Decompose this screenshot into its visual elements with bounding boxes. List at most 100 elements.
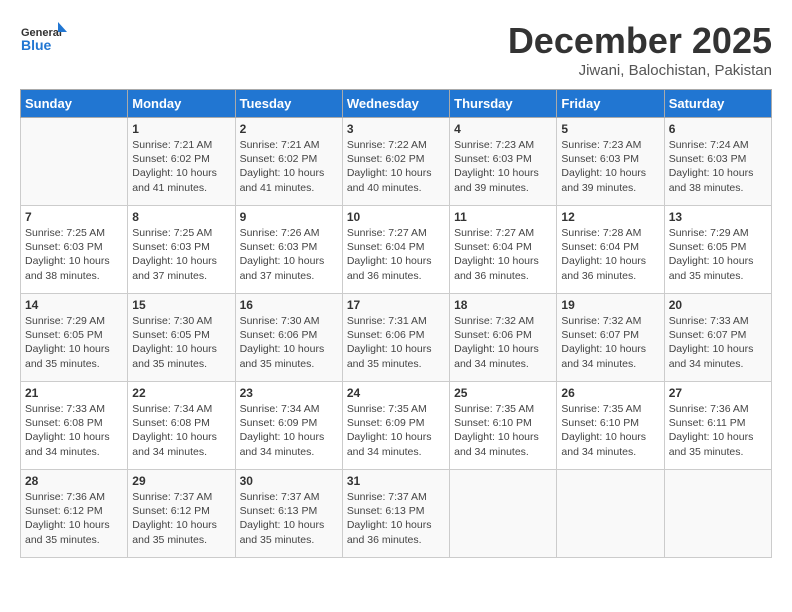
day-cell: 21Sunrise: 7:33 AM Sunset: 6:08 PM Dayli… bbox=[21, 382, 128, 470]
day-number: 9 bbox=[240, 210, 338, 224]
day-info: Sunrise: 7:28 AM Sunset: 6:04 PM Dayligh… bbox=[561, 226, 659, 283]
day-info: Sunrise: 7:27 AM Sunset: 6:04 PM Dayligh… bbox=[454, 226, 552, 283]
day-number: 5 bbox=[561, 122, 659, 136]
month-title: December 2025 bbox=[508, 20, 772, 62]
day-number: 21 bbox=[25, 386, 123, 400]
week-row-3: 14 Sunrise: 7:29 AM Sunset: 6:05 PM Dayli… bbox=[21, 294, 772, 382]
day-info: Sunrise: 7:33 AM Sunset: 6:07 PM Dayligh… bbox=[669, 314, 767, 371]
day-number: 1 bbox=[132, 122, 230, 136]
day-cell: 6Sunrise: 7:24 AM Sunset: 6:03 PM Daylig… bbox=[664, 118, 771, 206]
day-info: Sunrise: 7:31 AM Sunset: 6:06 PM Dayligh… bbox=[347, 314, 445, 371]
day-info: Sunrise: 7:21 AM Sunset: 6:02 PM Dayligh… bbox=[240, 138, 338, 195]
day-cell: 4Sunrise: 7:23 AM Sunset: 6:03 PM Daylig… bbox=[450, 118, 557, 206]
column-header-thursday: Thursday bbox=[450, 90, 557, 118]
day-info: Sunrise: 7:23 AM Sunset: 6:03 PM Dayligh… bbox=[561, 138, 659, 195]
day-info: Sunrise: 7:35 AM Sunset: 6:09 PM Dayligh… bbox=[347, 402, 445, 459]
day-info: Sunrise: 7:36 AM Sunset: 6:12 PM Dayligh… bbox=[25, 490, 123, 547]
day-cell: 12 Sunrise: 7:28 AM Sunset: 6:04 PM Dayli… bbox=[557, 206, 664, 294]
day-number: 22 bbox=[132, 386, 230, 400]
day-number: 24 bbox=[347, 386, 445, 400]
day-number: 28 bbox=[25, 474, 123, 488]
day-info: Sunrise: 7:26 AM Sunset: 6:03 PM Dayligh… bbox=[240, 226, 338, 283]
day-cell: 20 Sunrise: 7:33 AM Sunset: 6:07 PM Dayli… bbox=[664, 294, 771, 382]
week-row-2: 7 Sunrise: 7:25 AM Sunset: 6:03 PM Daylig… bbox=[21, 206, 772, 294]
day-cell bbox=[664, 470, 771, 558]
day-cell: 10 Sunrise: 7:27 AM Sunset: 6:04 PM Dayli… bbox=[342, 206, 449, 294]
day-cell: 22 Sunrise: 7:34 AM Sunset: 6:08 PM Dayli… bbox=[128, 382, 235, 470]
day-number: 15 bbox=[132, 298, 230, 312]
day-cell: 11 Sunrise: 7:27 AM Sunset: 6:04 PM Dayli… bbox=[450, 206, 557, 294]
day-info: Sunrise: 7:37 AM Sunset: 6:13 PM Dayligh… bbox=[347, 490, 445, 547]
day-cell bbox=[450, 470, 557, 558]
day-cell: 9 Sunrise: 7:26 AM Sunset: 6:03 PM Daylig… bbox=[235, 206, 342, 294]
week-row-5: 28 Sunrise: 7:36 AM Sunset: 6:12 PM Dayli… bbox=[21, 470, 772, 558]
day-cell bbox=[557, 470, 664, 558]
day-info: Sunrise: 7:34 AM Sunset: 6:09 PM Dayligh… bbox=[240, 402, 338, 459]
column-header-sunday: Sunday bbox=[21, 90, 128, 118]
column-header-monday: Monday bbox=[128, 90, 235, 118]
day-number: 17 bbox=[347, 298, 445, 312]
day-cell: 25 Sunrise: 7:35 AM Sunset: 6:10 PM Dayli… bbox=[450, 382, 557, 470]
column-header-saturday: Saturday bbox=[664, 90, 771, 118]
title-block: December 2025 Jiwani, Balochistan, Pakis… bbox=[508, 20, 772, 79]
day-info: Sunrise: 7:25 AM Sunset: 6:03 PM Dayligh… bbox=[132, 226, 230, 283]
day-cell: 23 Sunrise: 7:34 AM Sunset: 6:09 PM Dayli… bbox=[235, 382, 342, 470]
day-cell: 14 Sunrise: 7:29 AM Sunset: 6:05 PM Dayli… bbox=[21, 294, 128, 382]
day-info: Sunrise: 7:30 AM Sunset: 6:06 PM Dayligh… bbox=[240, 314, 338, 371]
day-cell: 18Sunrise: 7:32 AM Sunset: 6:06 PM Dayli… bbox=[450, 294, 557, 382]
day-number: 27 bbox=[669, 386, 767, 400]
day-info: Sunrise: 7:36 AM Sunset: 6:11 PM Dayligh… bbox=[669, 402, 767, 459]
day-cell: 2 Sunrise: 7:21 AM Sunset: 6:02 PM Daylig… bbox=[235, 118, 342, 206]
day-cell: 19Sunrise: 7:32 AM Sunset: 6:07 PM Dayli… bbox=[557, 294, 664, 382]
day-number: 10 bbox=[347, 210, 445, 224]
day-cell bbox=[21, 118, 128, 206]
day-info: Sunrise: 7:22 AM Sunset: 6:02 PM Dayligh… bbox=[347, 138, 445, 195]
day-number: 18 bbox=[454, 298, 552, 312]
day-number: 11 bbox=[454, 210, 552, 224]
day-cell: 1 Sunrise: 7:21 AM Sunset: 6:02 PM Daylig… bbox=[128, 118, 235, 206]
day-number: 25 bbox=[454, 386, 552, 400]
day-cell: 27 Sunrise: 7:36 AM Sunset: 6:11 PM Dayli… bbox=[664, 382, 771, 470]
day-info: Sunrise: 7:27 AM Sunset: 6:04 PM Dayligh… bbox=[347, 226, 445, 283]
day-number: 26 bbox=[561, 386, 659, 400]
day-info: Sunrise: 7:21 AM Sunset: 6:02 PM Dayligh… bbox=[132, 138, 230, 195]
day-number: 19 bbox=[561, 298, 659, 312]
week-row-1: 1 Sunrise: 7:21 AM Sunset: 6:02 PM Daylig… bbox=[21, 118, 772, 206]
day-cell: 3Sunrise: 7:22 AM Sunset: 6:02 PM Daylig… bbox=[342, 118, 449, 206]
day-info: Sunrise: 7:37 AM Sunset: 6:12 PM Dayligh… bbox=[132, 490, 230, 547]
day-number: 7 bbox=[25, 210, 123, 224]
column-header-wednesday: Wednesday bbox=[342, 90, 449, 118]
day-cell: 24 Sunrise: 7:35 AM Sunset: 6:09 PM Dayli… bbox=[342, 382, 449, 470]
day-number: 12 bbox=[561, 210, 659, 224]
day-info: Sunrise: 7:35 AM Sunset: 6:10 PM Dayligh… bbox=[561, 402, 659, 459]
day-cell: 28 Sunrise: 7:36 AM Sunset: 6:12 PM Dayli… bbox=[21, 470, 128, 558]
day-number: 23 bbox=[240, 386, 338, 400]
day-number: 31 bbox=[347, 474, 445, 488]
day-info: Sunrise: 7:37 AM Sunset: 6:13 PM Dayligh… bbox=[240, 490, 338, 547]
day-number: 16 bbox=[240, 298, 338, 312]
day-cell: 26 Sunrise: 7:35 AM Sunset: 6:10 PM Dayli… bbox=[557, 382, 664, 470]
day-info: Sunrise: 7:34 AM Sunset: 6:08 PM Dayligh… bbox=[132, 402, 230, 459]
day-info: Sunrise: 7:30 AM Sunset: 6:05 PM Dayligh… bbox=[132, 314, 230, 371]
day-cell: 29 Sunrise: 7:37 AM Sunset: 6:12 PM Dayli… bbox=[128, 470, 235, 558]
day-number: 29 bbox=[132, 474, 230, 488]
day-number: 14 bbox=[25, 298, 123, 312]
day-number: 2 bbox=[240, 122, 338, 136]
page-header: General Blue December 2025 Jiwani, Baloc… bbox=[20, 20, 772, 79]
location: Jiwani, Balochistan, Pakistan bbox=[508, 62, 772, 79]
day-info: Sunrise: 7:23 AM Sunset: 6:03 PM Dayligh… bbox=[454, 138, 552, 195]
column-header-friday: Friday bbox=[557, 90, 664, 118]
day-cell: 31 Sunrise: 7:37 AM Sunset: 6:13 PM Dayli… bbox=[342, 470, 449, 558]
calendar-table: SundayMondayTuesdayWednesdayThursdayFrid… bbox=[20, 89, 772, 558]
day-cell: 15 Sunrise: 7:30 AM Sunset: 6:05 PM Dayli… bbox=[128, 294, 235, 382]
day-info: Sunrise: 7:25 AM Sunset: 6:03 PM Dayligh… bbox=[25, 226, 123, 283]
day-cell: 8Sunrise: 7:25 AM Sunset: 6:03 PM Daylig… bbox=[128, 206, 235, 294]
header-row: SundayMondayTuesdayWednesdayThursdayFrid… bbox=[21, 90, 772, 118]
logo: General Blue bbox=[20, 20, 70, 65]
day-number: 13 bbox=[669, 210, 767, 224]
day-info: Sunrise: 7:24 AM Sunset: 6:03 PM Dayligh… bbox=[669, 138, 767, 195]
day-number: 20 bbox=[669, 298, 767, 312]
day-info: Sunrise: 7:35 AM Sunset: 6:10 PM Dayligh… bbox=[454, 402, 552, 459]
logo-svg: General Blue bbox=[20, 20, 70, 65]
day-info: Sunrise: 7:29 AM Sunset: 6:05 PM Dayligh… bbox=[25, 314, 123, 371]
